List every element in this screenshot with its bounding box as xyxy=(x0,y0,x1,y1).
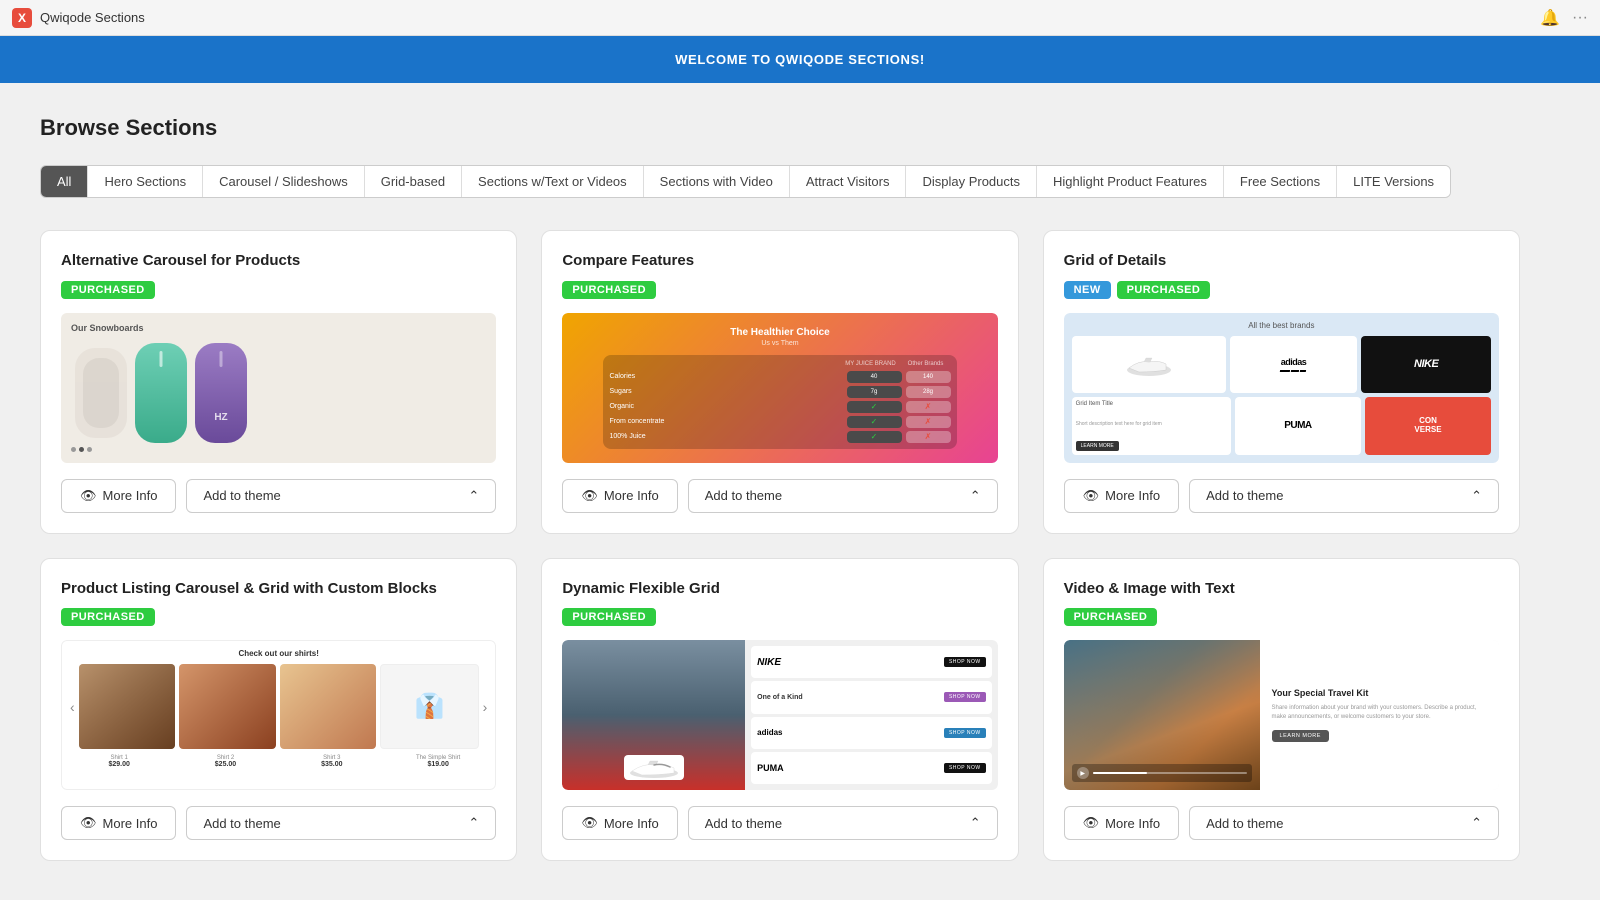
badge-purchased: PURCHASED xyxy=(1064,608,1158,626)
eye-icon: 👁 xyxy=(1083,488,1100,504)
card-image-dynamic: NIKE SHOP NOW One of a Kind SHOP NOW adi… xyxy=(562,640,997,790)
tab-free-sections[interactable]: Free Sections xyxy=(1224,166,1337,197)
more-info-label: More Info xyxy=(1105,488,1160,503)
more-info-button[interactable]: 👁 More Info xyxy=(1064,479,1179,513)
banner-text: WELCOME TO QWIQODE SECTIONS! xyxy=(675,52,925,67)
add-to-theme-button[interactable]: Add to theme ⌃ xyxy=(1189,479,1499,513)
card-actions: 👁 More Info Add to theme ⌃ xyxy=(61,806,496,840)
more-info-label: More Info xyxy=(604,816,659,831)
badge-purchased: PURCHASED xyxy=(1117,281,1211,299)
card-image-carousel: Our Snowboards HZ xyxy=(61,313,496,463)
app-logo: X xyxy=(12,8,32,28)
eye-icon: 👁 xyxy=(581,815,598,831)
tab-display-products[interactable]: Display Products xyxy=(906,166,1037,197)
more-info-button[interactable]: 👁 More Info xyxy=(61,479,176,513)
welcome-banner: WELCOME TO QWIQODE SECTIONS! xyxy=(0,36,1600,83)
badge-row: PURCHASED xyxy=(562,608,997,626)
titlebar-right: 🔔 ··· xyxy=(1540,8,1588,28)
more-info-button[interactable]: 👁 More Info xyxy=(61,806,176,840)
card-image-video: ▶ Your Special Travel Kit Share informat… xyxy=(1064,640,1499,790)
badge-purchased: PURCHASED xyxy=(61,281,155,299)
card-actions: 👁 More Info Add to theme ⌃ xyxy=(1064,806,1499,840)
more-info-label: More Info xyxy=(103,488,158,503)
eye-icon: 👁 xyxy=(80,815,97,831)
card-compare-features: Compare Features PURCHASED The Healthier… xyxy=(541,230,1018,534)
chevron-icon: ⌃ xyxy=(468,815,479,831)
card-image-grid: All the best brands adidas xyxy=(1064,313,1499,463)
more-info-button[interactable]: 👁 More Info xyxy=(562,479,677,513)
chevron-icon: ⌃ xyxy=(970,815,981,831)
tab-attract-visitors[interactable]: Attract Visitors xyxy=(790,166,907,197)
tab-sections-video[interactable]: Sections with Video xyxy=(644,166,790,197)
app-title: Qwiqode Sections xyxy=(40,10,145,25)
badge-row: PURCHASED xyxy=(1064,608,1499,626)
card-video-image: Video & Image with Text PURCHASED ▶ xyxy=(1043,558,1520,862)
more-icon[interactable]: ··· xyxy=(1572,9,1588,27)
chevron-icon: ⌃ xyxy=(1471,815,1482,831)
badge-purchased: PURCHASED xyxy=(61,608,155,626)
card-dynamic-grid: Dynamic Flexible Grid PURCHASED xyxy=(541,558,1018,862)
tab-lite-versions[interactable]: LITE Versions xyxy=(1337,166,1450,197)
cards-grid: Alternative Carousel for Products PURCHA… xyxy=(40,230,1520,861)
badge-row: PURCHASED xyxy=(562,281,997,299)
badge-row: PURCHASED xyxy=(61,281,496,299)
add-theme-label: Add to theme xyxy=(1206,816,1283,831)
tab-hero-sections[interactable]: Hero Sections xyxy=(88,166,203,197)
main-content: Browse Sections All Hero Sections Carous… xyxy=(0,83,1560,893)
badge-row: PURCHASED xyxy=(61,608,496,626)
add-theme-label: Add to theme xyxy=(705,816,782,831)
card-title: Compare Features xyxy=(562,251,997,271)
add-to-theme-button[interactable]: Add to theme ⌃ xyxy=(688,479,998,513)
card-actions: 👁 More Info Add to theme ⌃ xyxy=(562,479,997,513)
card-actions: 👁 More Info Add to theme ⌃ xyxy=(1064,479,1499,513)
badge-new: NEW xyxy=(1064,281,1111,299)
tab-carousel-slideshows[interactable]: Carousel / Slideshows xyxy=(203,166,365,197)
add-to-theme-button[interactable]: Add to theme ⌃ xyxy=(688,806,998,840)
more-info-label: More Info xyxy=(103,816,158,831)
tab-all[interactable]: All xyxy=(41,166,88,197)
add-theme-label: Add to theme xyxy=(1206,488,1283,503)
add-to-theme-button[interactable]: Add to theme ⌃ xyxy=(186,479,496,513)
badge-purchased: PURCHASED xyxy=(562,281,656,299)
titlebar-left: X Qwiqode Sections xyxy=(12,8,145,28)
filter-tabs: All Hero Sections Carousel / Slideshows … xyxy=(40,165,1451,198)
titlebar: X Qwiqode Sections 🔔 ··· xyxy=(0,0,1600,36)
card-grid-details: Grid of Details NEW PURCHASED All the be… xyxy=(1043,230,1520,534)
chevron-icon: ⌃ xyxy=(1471,488,1482,504)
badge-row: NEW PURCHASED xyxy=(1064,281,1499,299)
page-title: Browse Sections xyxy=(40,115,1520,141)
filter-tabs-container: All Hero Sections Carousel / Slideshows … xyxy=(40,165,1520,230)
chevron-icon: ⌃ xyxy=(468,488,479,504)
add-to-theme-button[interactable]: Add to theme ⌃ xyxy=(1189,806,1499,840)
carousel-image-title: Our Snowboards xyxy=(71,323,144,333)
more-info-button[interactable]: 👁 More Info xyxy=(1064,806,1179,840)
notification-icon[interactable]: 🔔 xyxy=(1540,8,1560,28)
card-title: Grid of Details xyxy=(1064,251,1499,271)
card-title: Video & Image with Text xyxy=(1064,579,1499,599)
add-to-theme-button[interactable]: Add to theme ⌃ xyxy=(186,806,496,840)
card-actions: 👁 More Info Add to theme ⌃ xyxy=(61,479,496,513)
card-carousel-products: Alternative Carousel for Products PURCHA… xyxy=(40,230,517,534)
tab-grid-based[interactable]: Grid-based xyxy=(365,166,462,197)
more-info-button[interactable]: 👁 More Info xyxy=(562,806,677,840)
chevron-icon: ⌃ xyxy=(970,488,981,504)
add-theme-label: Add to theme xyxy=(203,488,280,503)
card-image-product: Check out our shirts! ‹ xyxy=(61,640,496,790)
badge-purchased: PURCHASED xyxy=(562,608,656,626)
eye-icon: 👁 xyxy=(80,488,97,504)
tab-sections-text-videos[interactable]: Sections w/Text or Videos xyxy=(462,166,644,197)
card-title: Alternative Carousel for Products xyxy=(61,251,496,271)
tab-highlight-features[interactable]: Highlight Product Features xyxy=(1037,166,1224,197)
more-info-label: More Info xyxy=(604,488,659,503)
card-title: Dynamic Flexible Grid xyxy=(562,579,997,599)
eye-icon: 👁 xyxy=(1083,815,1100,831)
card-title: Product Listing Carousel & Grid with Cus… xyxy=(61,579,496,599)
card-actions: 👁 More Info Add to theme ⌃ xyxy=(562,806,997,840)
add-theme-label: Add to theme xyxy=(705,488,782,503)
more-info-label: More Info xyxy=(1105,816,1160,831)
card-product-listing: Product Listing Carousel & Grid with Cus… xyxy=(40,558,517,862)
eye-icon: 👁 xyxy=(581,488,598,504)
add-theme-label: Add to theme xyxy=(203,816,280,831)
card-image-compare: The Healthier Choice Us vs Them MY JUICE… xyxy=(562,313,997,463)
